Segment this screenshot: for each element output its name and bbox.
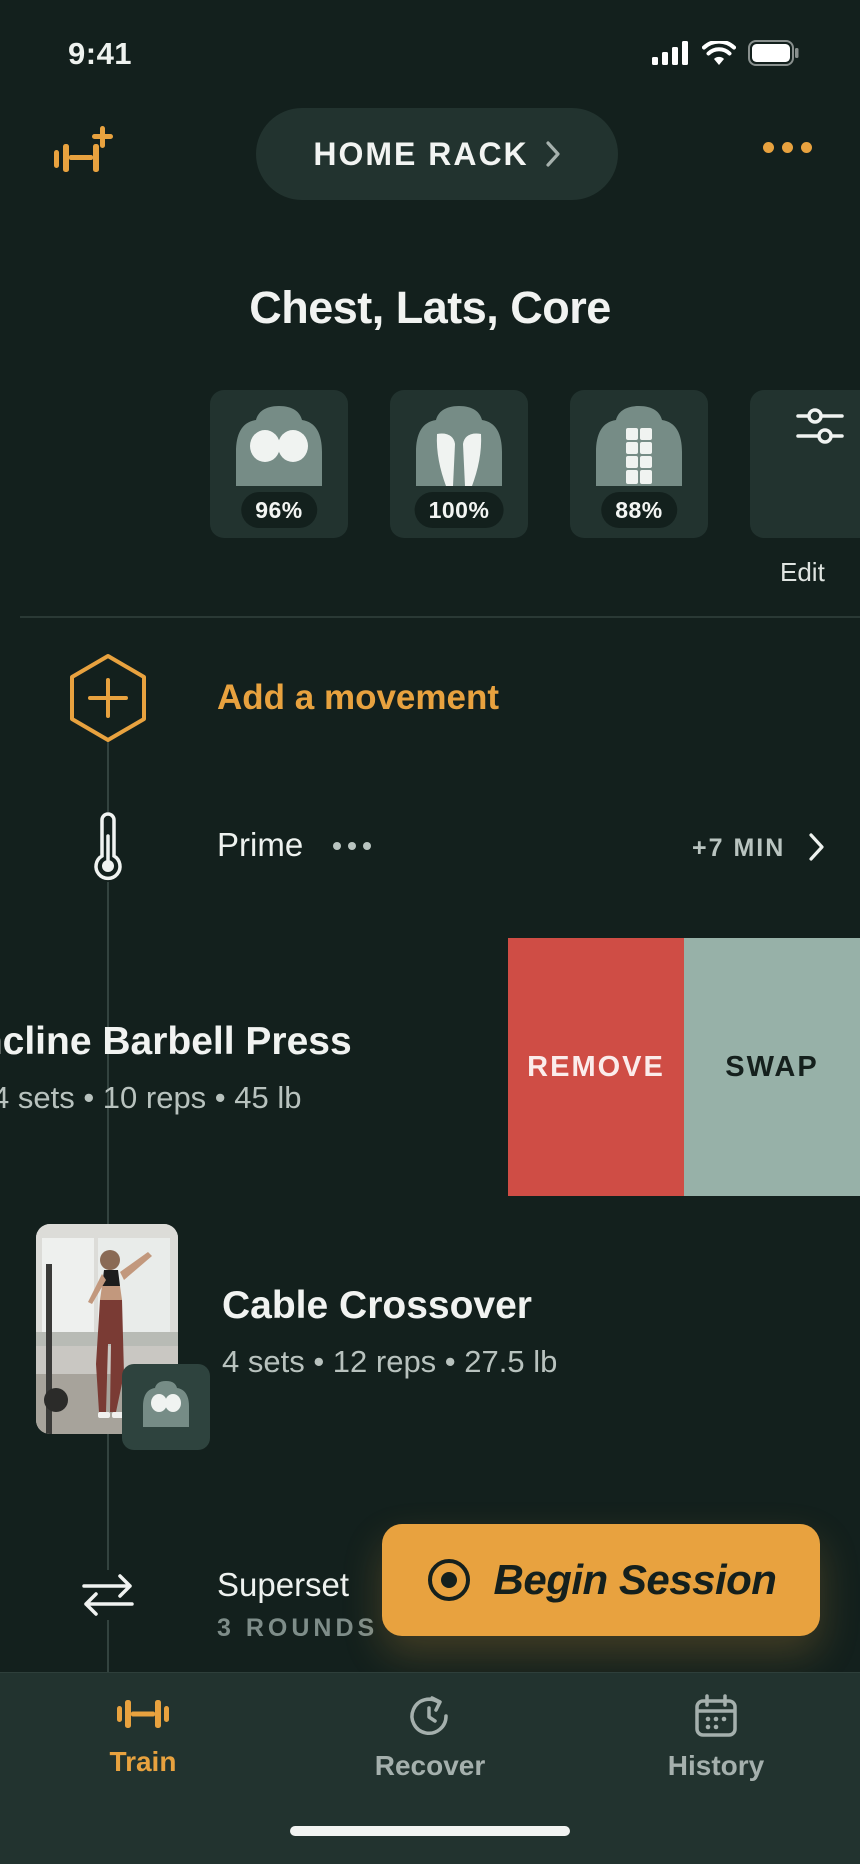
exercise-meta: 4 sets • 10 reps • 45 lb — [0, 1080, 302, 1115]
muscle-tile-chest[interactable]: 96% — [210, 390, 348, 538]
home-indicator[interactable] — [290, 1826, 570, 1836]
exercise-muscle-badge — [122, 1364, 210, 1450]
remove-button[interactable]: REMOVE — [508, 938, 684, 1196]
more-dot — [763, 142, 774, 153]
status-icons — [652, 40, 800, 66]
calendar-icon — [695, 1694, 737, 1737]
exercise-name[interactable]: Cable Crossover — [222, 1284, 532, 1328]
dumbbell-plus-icon — [54, 126, 113, 172]
edit-focus-button[interactable] — [750, 390, 860, 538]
add-movement-button[interactable]: Add a movement — [217, 678, 499, 718]
prime-label[interactable]: Prime — [217, 826, 303, 864]
session-focus-title: Chest, Lats, Core — [249, 282, 611, 333]
tab-history[interactable]: History — [616, 1694, 816, 1782]
battery-icon — [748, 40, 799, 66]
wifi-icon — [702, 41, 736, 65]
muscle-tile-core[interactable]: 88% — [570, 390, 708, 538]
record-icon — [427, 1559, 470, 1601]
gym-name: HOME RACK — [313, 135, 529, 172]
tab-train[interactable]: Train — [43, 1694, 243, 1778]
prime-dot — [363, 842, 371, 850]
prime-dot — [348, 842, 356, 850]
prime-duration: +7 MIN — [692, 834, 786, 862]
more-dot — [801, 142, 812, 153]
core-readiness: 88% — [601, 492, 677, 528]
superset-label[interactable]: Superset — [217, 1566, 349, 1604]
add-equipment-button[interactable] — [52, 126, 116, 177]
dumbbell-icon — [117, 1700, 169, 1728]
chevron-right-icon — [546, 141, 560, 167]
edit-label[interactable]: Edit — [780, 557, 825, 588]
swap-label: SWAP — [725, 1050, 819, 1083]
clock-refresh-icon — [410, 1696, 448, 1735]
sliders-icon — [796, 408, 844, 444]
chest-readiness: 96% — [241, 492, 317, 528]
add-movement-hex-icon[interactable] — [66, 652, 150, 744]
tab-label: Recover — [374, 1750, 486, 1781]
superset-swap-icon — [78, 1570, 138, 1620]
remove-label: REMOVE — [527, 1050, 665, 1083]
begin-session-button[interactable]: Begin Session — [382, 1524, 820, 1636]
exercise-name[interactable]: Incline Barbell Press — [0, 1020, 352, 1064]
prime-dot — [333, 842, 341, 850]
status-time: 9:41 — [68, 36, 133, 71]
chest-muscle-icon — [143, 1381, 189, 1427]
chevron-right-icon[interactable] — [808, 832, 826, 862]
divider — [20, 616, 860, 618]
tab-recover[interactable]: Recover — [330, 1694, 530, 1782]
thermometer-icon — [90, 812, 126, 882]
tab-label: Train — [109, 1746, 177, 1777]
more-options-button[interactable] — [763, 142, 812, 153]
begin-session-label: Begin Session — [493, 1556, 777, 1603]
prime-options-icon[interactable] — [333, 842, 371, 850]
superset-rounds: 3 ROUNDS — [217, 1614, 379, 1642]
gym-selector[interactable]: HOME RACK — [256, 108, 618, 200]
tab-label: History — [667, 1750, 765, 1781]
more-dot — [782, 142, 793, 153]
lats-readiness: 100% — [414, 492, 504, 528]
swap-button[interactable]: SWAP — [684, 938, 860, 1196]
exercise-meta: 4 sets • 12 reps • 27.5 lb — [222, 1344, 558, 1379]
muscle-tile-lats[interactable]: 100% — [390, 390, 528, 538]
cellular-signal-icon — [652, 41, 688, 65]
